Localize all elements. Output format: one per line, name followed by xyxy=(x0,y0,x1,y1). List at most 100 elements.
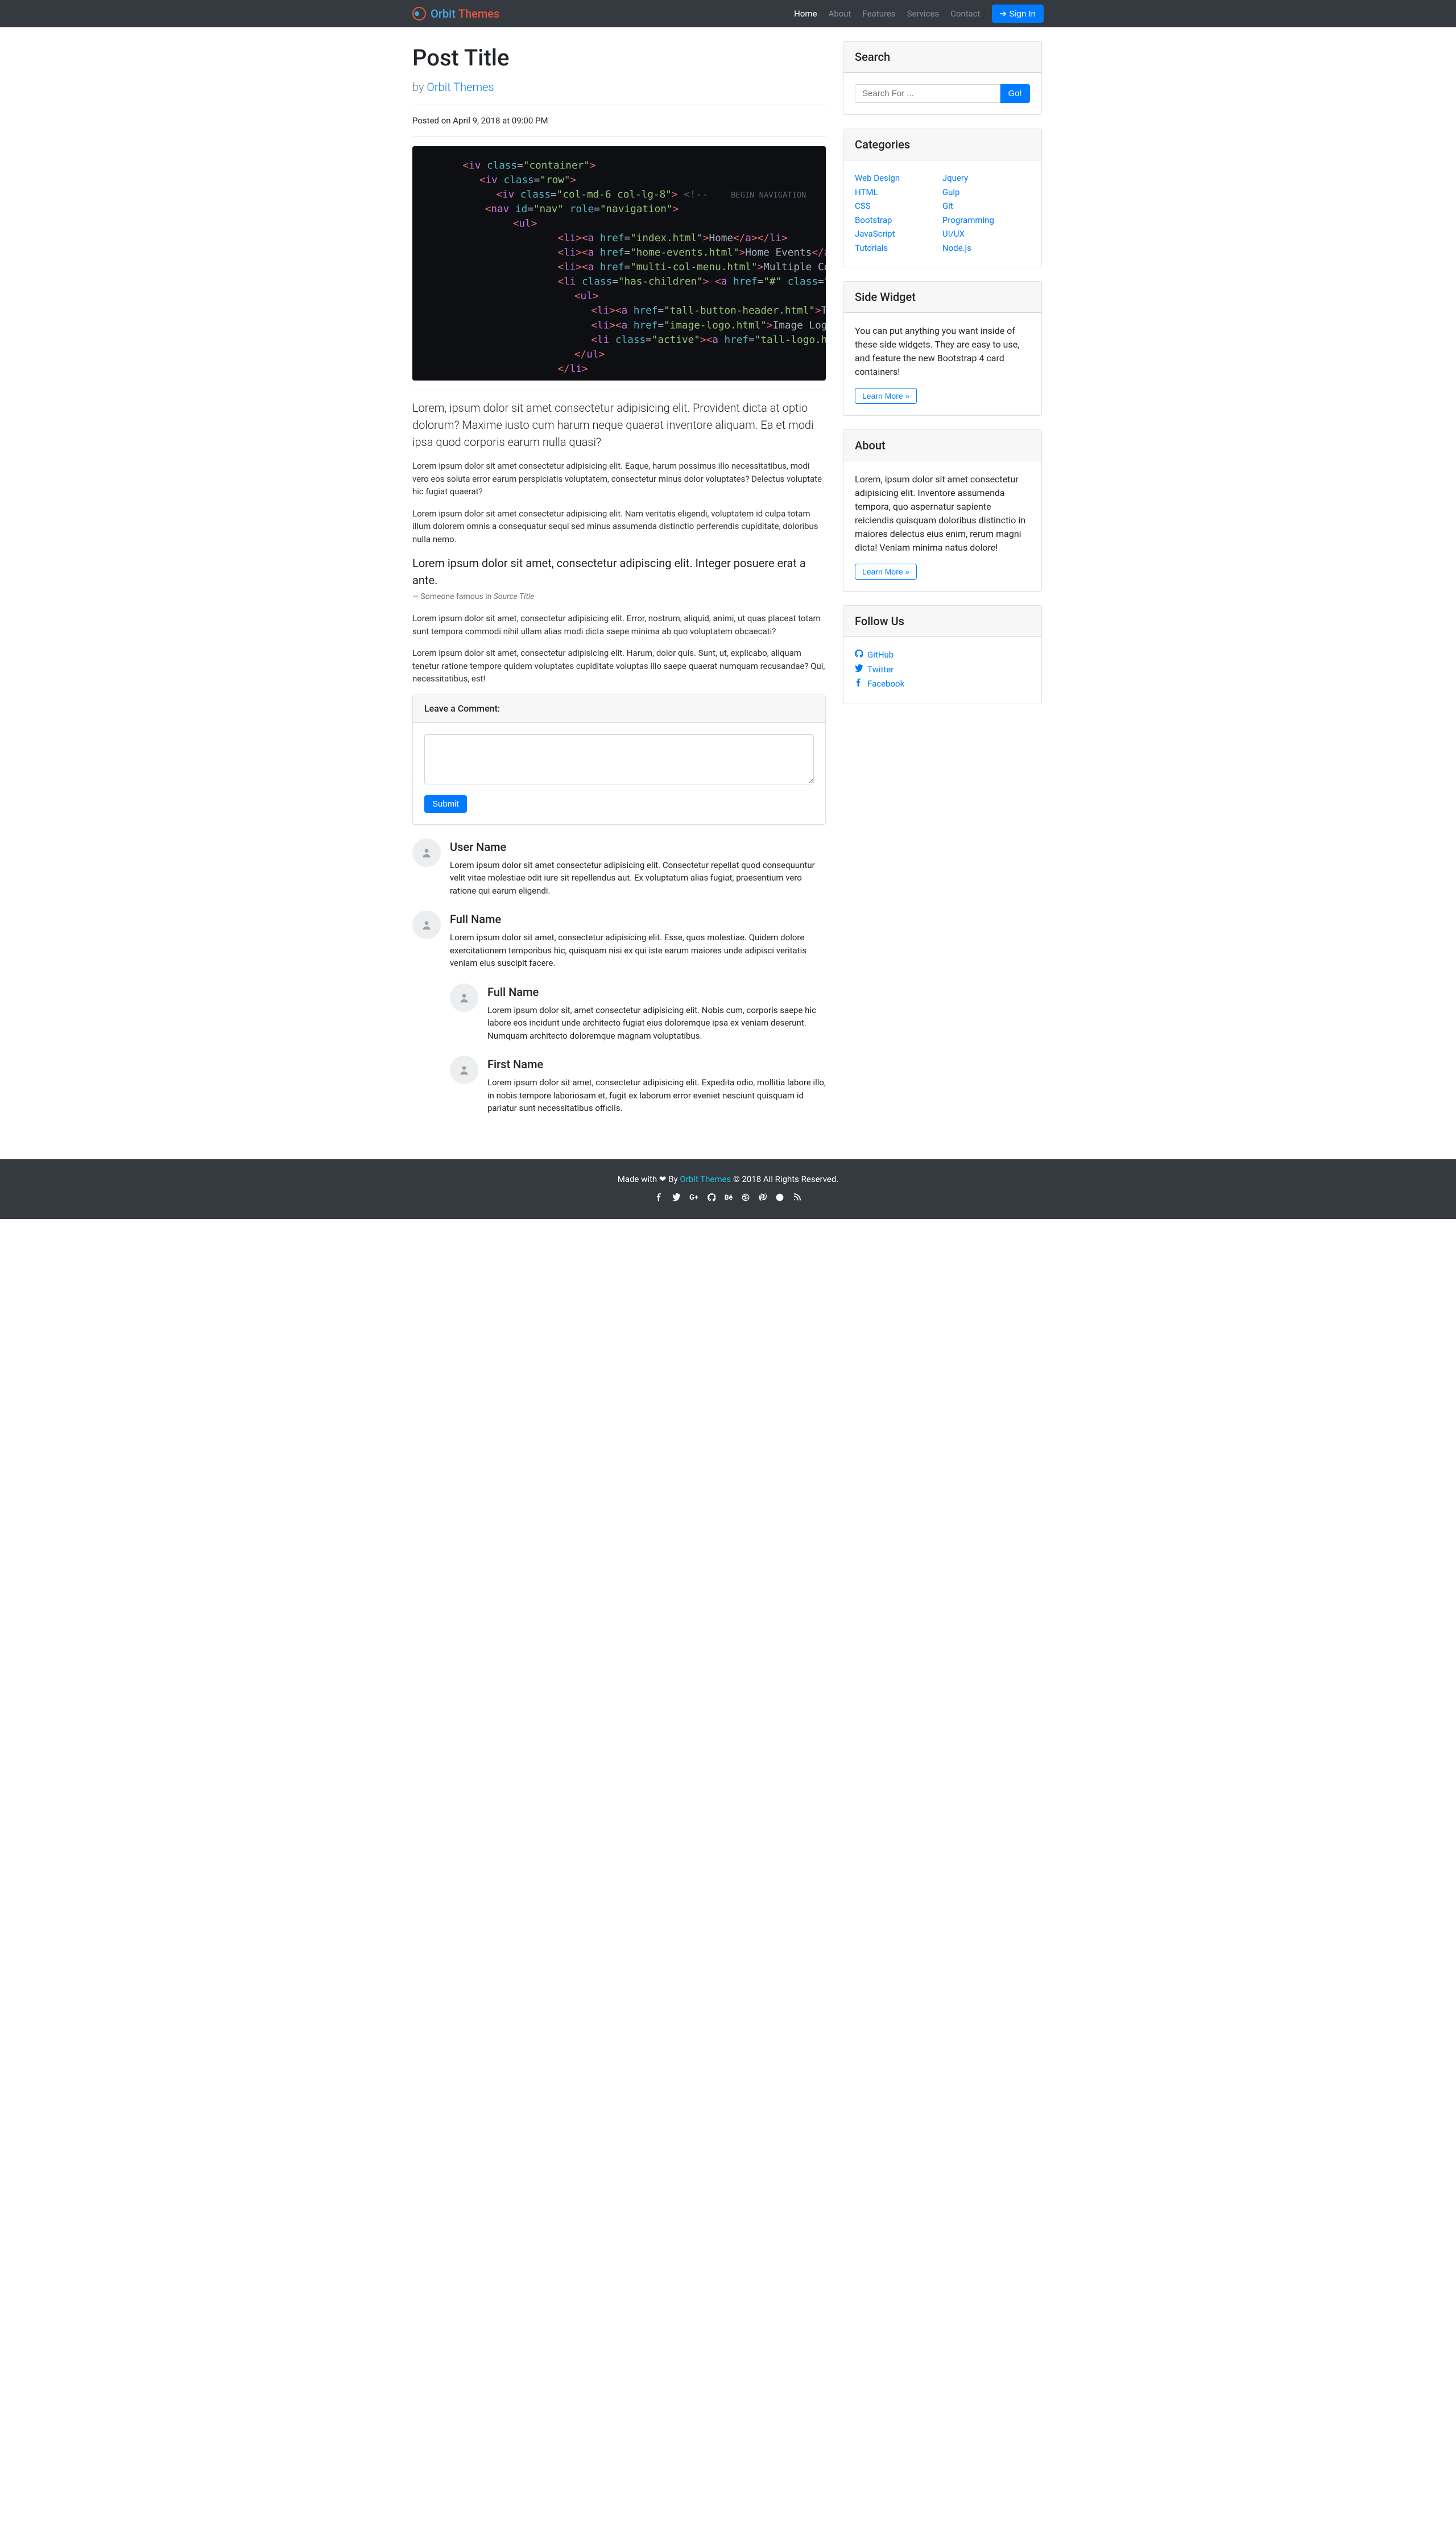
avatar-icon xyxy=(450,1056,478,1084)
signin-icon: ➔ xyxy=(1000,9,1007,19)
avatar-icon xyxy=(412,838,441,867)
widget-header: Side Widget xyxy=(843,282,1041,313)
widget-card: Side Widget You can put anything you wan… xyxy=(843,281,1042,416)
comment-textarea[interactable] xyxy=(424,734,814,784)
paragraph: Lorem ipsum dolor sit amet consectetur a… xyxy=(412,460,826,498)
svg-text:<li class="has-children"> <a h: <li class="has-children"> <a href="#" cl… xyxy=(557,276,826,287)
category-link[interactable]: UI/UX xyxy=(942,229,965,239)
footer-prefix: Made with xyxy=(618,1174,659,1184)
svg-text:<iv class="col-md-6 col-lg-8">: <iv class="col-md-6 col-lg-8"> <!-- xyxy=(496,189,708,200)
comments-list: User NameLorem ipsum dolor sit amet cons… xyxy=(412,838,826,1129)
svg-text:BEGIN NAVIGATION: BEGIN NAVIGATION xyxy=(731,191,806,200)
dribbble-icon[interactable] xyxy=(742,1192,750,1205)
categories-header: Categories xyxy=(843,129,1041,160)
search-card: Search Go! xyxy=(843,41,1042,115)
bq-cite: Source Title xyxy=(494,592,535,601)
comment-author: Full Name xyxy=(450,911,826,928)
github-icon[interactable] xyxy=(708,1192,715,1205)
footer-brand-link[interactable]: Orbit Themes xyxy=(680,1174,731,1184)
hero-image: <iv class="container"> <iv class="row"> … xyxy=(412,146,826,381)
svg-text:<li><a href="image-logo.html">: <li><a href="image-logo.html">Image Logo… xyxy=(591,320,826,331)
svg-text:</li>: </li> xyxy=(557,363,588,374)
category-link[interactable]: Jquery xyxy=(942,173,968,183)
behance-icon[interactable]: Bē xyxy=(725,1192,733,1205)
categories-card: Categories Web Design HTML CSS Bootstrap Jav… xyxy=(843,129,1042,267)
comment: Full Name Lorem ipsum dolor sit, amet con… xyxy=(450,983,826,1043)
brand-icon xyxy=(412,7,426,20)
category-link[interactable]: Node.js xyxy=(942,243,971,253)
bq-prefix: Someone famous in xyxy=(420,592,493,601)
nav-contact[interactable]: Contact xyxy=(950,7,980,20)
category-link[interactable]: Bootstrap xyxy=(855,215,892,225)
category-link[interactable]: Web Design xyxy=(855,173,900,183)
nav-features[interactable]: Features xyxy=(862,7,895,20)
blockquote-footer: Someone famous in Source Title xyxy=(412,591,826,603)
follow-label: Twitter xyxy=(867,663,894,676)
sidebar: Search Go! Categories Web Design HTML CSS B… xyxy=(843,41,1042,1142)
brand-orbit: Orbit xyxy=(431,7,456,20)
follow-twitter-link[interactable]: Twitter xyxy=(855,663,894,676)
follow-github-link[interactable]: GitHub xyxy=(855,648,894,662)
pinterest-icon[interactable] xyxy=(759,1192,767,1205)
brand-link[interactable]: Orbit Themes xyxy=(412,5,499,22)
category-link[interactable]: Gulp xyxy=(942,187,960,197)
google-plus-icon[interactable]: G+ xyxy=(689,1192,698,1205)
paragraph: Lorem ipsum dolor sit amet consectetur a… xyxy=(412,507,826,546)
about-header: About xyxy=(843,430,1041,461)
facebook-icon[interactable] xyxy=(655,1192,663,1205)
nav-about[interactable]: About xyxy=(829,7,851,20)
signin-button[interactable]: ➔ Sign In xyxy=(992,5,1044,23)
category-link[interactable]: Tutorials xyxy=(855,243,888,253)
category-link[interactable]: JavaScript xyxy=(855,229,895,239)
footer-by: By xyxy=(667,1174,680,1184)
svg-text:<ul>: <ul> xyxy=(513,218,537,229)
github-icon xyxy=(855,648,863,662)
search-go-button[interactable]: Go! xyxy=(1000,84,1030,103)
comment-author: First Name xyxy=(487,1056,826,1073)
reddit-icon[interactable] xyxy=(776,1192,784,1205)
footer-text: Made with ❤ By Orbit Themes © 2018 All R… xyxy=(412,1173,1044,1186)
widget-learn-button[interactable]: Learn More » xyxy=(855,388,917,404)
brand-themes: Themes xyxy=(458,7,499,20)
paragraph: Lorem ipsum dolor sit amet, consectetur … xyxy=(412,612,826,638)
submit-button[interactable]: Submit xyxy=(424,795,467,813)
about-card: About Lorem, ipsum dolor sit amet consec… xyxy=(843,429,1042,592)
widget-text: You can put anything you want inside of … xyxy=(855,324,1030,379)
category-link[interactable]: Programming xyxy=(942,215,994,225)
comment-form-card: Leave a Comment: Submit xyxy=(412,695,826,825)
twitter-icon[interactable] xyxy=(672,1192,680,1205)
category-link[interactable]: Git xyxy=(942,201,953,211)
byline: by Orbit Themes xyxy=(412,78,826,96)
comment-author: Full Name xyxy=(487,983,826,1001)
follow-label: GitHub xyxy=(867,648,894,662)
svg-text:<li><a href="multi-col-menu.ht: <li><a href="multi-col-menu.html">Multip… xyxy=(557,262,826,273)
follow-header: Follow Us xyxy=(843,606,1041,637)
facebook-icon xyxy=(855,677,863,691)
avatar-icon xyxy=(450,983,478,1012)
search-input[interactable] xyxy=(855,84,1000,103)
by-prefix: by xyxy=(412,80,427,94)
author-link[interactable]: Orbit Themes xyxy=(427,80,494,94)
about-text: Lorem, ipsum dolor sit amet consectetur … xyxy=(855,473,1030,555)
category-link[interactable]: HTML xyxy=(855,187,878,197)
posted-on: Posted on April 9, 2018 at 09:00 PM xyxy=(412,114,826,127)
comment: First NameLorem ipsum dolor sit amet, co… xyxy=(450,1056,826,1115)
nav-home[interactable]: Home xyxy=(794,7,817,20)
svg-text:<li class="active"><a href="ta: <li class="active"><a href="tall-logo.ht… xyxy=(591,334,826,345)
nav-services[interactable]: Services xyxy=(907,7,940,20)
svg-text:<li><a href="home-events.html": <li><a href="home-events.html">Home Even… xyxy=(557,247,826,258)
follow-facebook-link[interactable]: Facebook xyxy=(855,677,904,691)
category-link[interactable]: CSS xyxy=(855,201,871,211)
category-col1: Web Design HTML CSS Bootstrap JavaScript Tuto… xyxy=(855,172,942,254)
twitter-icon xyxy=(855,663,863,676)
rss-icon[interactable] xyxy=(793,1192,801,1205)
comment-text: Lorem ipsum dolor sit, amet consectetur … xyxy=(487,1004,826,1043)
comment-text: Lorem ipsum dolor sit amet, consectetur … xyxy=(450,931,826,970)
lead-paragraph: Lorem, ipsum dolor sit amet consectetur … xyxy=(412,399,826,451)
navbar: Orbit Themes Home About Features Service… xyxy=(0,0,1456,27)
follow-list: GitHubTwitterFacebook xyxy=(855,648,1030,691)
signin-label: Sign In xyxy=(1009,9,1036,19)
social-row: G+ Bē xyxy=(412,1192,1044,1205)
svg-text:<iv class="row">: <iv class="row"> xyxy=(479,174,576,185)
about-learn-button[interactable]: Learn More » xyxy=(855,564,917,580)
